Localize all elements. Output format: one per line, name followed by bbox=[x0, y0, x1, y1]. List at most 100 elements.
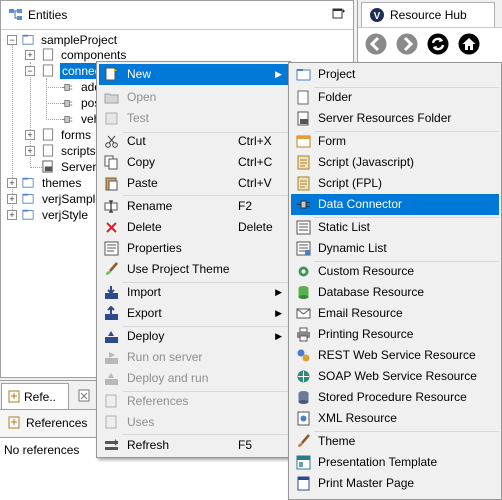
menu-item-rename[interactable]: Rename F2 bbox=[99, 196, 288, 217]
submenu-item-database-resource[interactable]: Database Resource bbox=[291, 282, 499, 303]
expand-icon[interactable]: + bbox=[25, 130, 35, 140]
menu-item-uses[interactable]: Uses bbox=[99, 412, 288, 433]
dynamic-list-icon bbox=[296, 241, 311, 256]
submenu-item-theme[interactable]: Theme bbox=[291, 431, 499, 452]
submenu-item-print-master-page[interactable]: Print Master Page bbox=[291, 473, 499, 494]
script-icon bbox=[297, 176, 310, 191]
tree-node-verjstyle[interactable]: + verjStyle bbox=[7, 207, 99, 223]
new-submenu: Project Folder Server Resources Folder F… bbox=[288, 62, 502, 500]
tree-node-connector[interactable]: pos bbox=[61, 95, 101, 111]
brush-icon bbox=[298, 434, 310, 447]
references-tab-label: Refe.. bbox=[24, 390, 57, 404]
submenu-item-printing-resource[interactable]: Printing Resource bbox=[291, 324, 499, 345]
expand-icon[interactable]: + bbox=[7, 210, 17, 220]
soap-service-icon bbox=[297, 370, 310, 383]
refresh-icon[interactable] bbox=[427, 33, 449, 55]
references-subtab[interactable]: References bbox=[3, 412, 93, 434]
menu-item-properties[interactable]: Properties bbox=[99, 238, 288, 259]
submenu-item-folder[interactable]: Folder bbox=[291, 87, 499, 108]
connector-icon bbox=[61, 116, 73, 123]
submenu-item-soap-web-service-resource[interactable]: SOAP Web Service Resource bbox=[291, 366, 499, 387]
submenu-item-static-list[interactable]: Static List bbox=[291, 217, 499, 238]
submenu-item-xml-resource[interactable]: XML Resource bbox=[291, 408, 499, 429]
references-tab[interactable]: Refe.. bbox=[1, 383, 69, 409]
expand-icon[interactable]: + bbox=[7, 178, 17, 188]
menu-item-export[interactable]: Export ▶ bbox=[99, 303, 288, 324]
uses-icon bbox=[105, 415, 117, 429]
menu-item-delete[interactable]: Delete Delete bbox=[99, 217, 288, 238]
forward-icon[interactable] bbox=[396, 33, 418, 55]
submenu-item-server-resources-folder[interactable]: Server Resources Folder bbox=[291, 108, 499, 129]
home-icon[interactable] bbox=[458, 33, 480, 55]
project-icon bbox=[22, 193, 34, 204]
submenu-item-custom-resource[interactable]: Custom Resource bbox=[291, 261, 499, 282]
submenu-item-email-resource[interactable]: Email Resource bbox=[291, 303, 499, 324]
submenu-item-data-connector[interactable]: Data Connector bbox=[291, 194, 499, 215]
menu-item-cut[interactable]: Cut Ctrl+X bbox=[99, 131, 288, 152]
template-icon bbox=[296, 455, 311, 470]
submenu-item-script-javascript[interactable]: Script (Javascript) bbox=[291, 152, 499, 173]
deploy-icon bbox=[105, 331, 118, 343]
resource-hub-toolbar bbox=[358, 27, 502, 62]
form-icon bbox=[296, 135, 311, 148]
menu-item-open[interactable]: Open bbox=[99, 87, 288, 108]
submenu-item-dynamic-list[interactable]: Dynamic List bbox=[291, 238, 499, 259]
collapse-icon[interactable]: − bbox=[25, 66, 35, 76]
maximize-icon[interactable] bbox=[332, 8, 346, 20]
submenu-item-rest-web-service-resource[interactable]: REST Web Service Resource bbox=[291, 345, 499, 366]
no-references-message: No references bbox=[4, 443, 80, 457]
delete-icon bbox=[106, 222, 117, 233]
menu-item-import[interactable]: Import ▶ bbox=[99, 282, 288, 303]
tree-node-connector[interactable]: veh bbox=[61, 111, 101, 127]
menu-item-new[interactable]: New ▶ bbox=[99, 64, 288, 85]
submenu-item-project[interactable]: Project bbox=[291, 64, 499, 85]
open-icon bbox=[104, 93, 119, 104]
back-icon[interactable] bbox=[365, 33, 387, 55]
expand-icon[interactable]: + bbox=[7, 194, 17, 204]
expand-icon[interactable]: + bbox=[25, 146, 35, 156]
submenu-item-presentation-template[interactable]: Presentation Template bbox=[291, 452, 499, 473]
folder-icon bbox=[42, 48, 54, 61]
menu-item-deploy[interactable]: Deploy ▶ bbox=[99, 326, 288, 347]
tree-node-server-resources[interactable]: ServerR bbox=[41, 159, 99, 175]
menu-item-test[interactable]: Test bbox=[99, 108, 288, 129]
resource-hub-tab[interactable]: V Resource Hub bbox=[361, 2, 495, 27]
expand-icon[interactable]: + bbox=[25, 50, 35, 60]
paste-icon bbox=[105, 177, 118, 191]
tree-node-verjsamples[interactable]: + verjSamples bbox=[7, 191, 99, 207]
tree-node-forms[interactable]: + forms bbox=[25, 127, 95, 143]
uses-tab[interactable] bbox=[70, 383, 98, 409]
tree-node-connector[interactable]: add bbox=[61, 79, 101, 95]
properties-icon bbox=[104, 241, 119, 256]
project-icon bbox=[22, 209, 34, 220]
xml-icon bbox=[297, 411, 310, 426]
submenu-item-stored-procedure-resource[interactable]: Stored Procedure Resource bbox=[291, 387, 499, 408]
menu-item-references[interactable]: References bbox=[99, 391, 288, 412]
tree-node-themes[interactable]: + themes bbox=[7, 175, 87, 191]
menu-item-deploy-and-run[interactable]: Deploy and run bbox=[99, 368, 288, 389]
submenu-item-form[interactable]: Form bbox=[291, 131, 499, 152]
references-icon bbox=[8, 416, 20, 429]
tree-node-scripts[interactable]: + scripts bbox=[25, 143, 96, 159]
connector-icon bbox=[61, 100, 73, 107]
folder-icon bbox=[42, 128, 54, 141]
menu-item-refresh[interactable]: Refresh F5 bbox=[99, 435, 288, 456]
import-icon bbox=[105, 286, 118, 299]
menu-item-copy[interactable]: Copy Ctrl+C bbox=[99, 152, 288, 173]
submenu-item-script-fpl[interactable]: Script (FPL) bbox=[291, 173, 499, 194]
submenu-arrow-icon: ▶ bbox=[275, 69, 282, 79]
collapse-icon[interactable]: − bbox=[7, 35, 17, 45]
copy-icon bbox=[104, 155, 118, 170]
script-icon bbox=[297, 155, 310, 170]
tree-node-sampleproject[interactable]: − sampleProject bbox=[7, 32, 117, 48]
entities-tab[interactable]: Entities bbox=[4, 4, 104, 26]
new-icon bbox=[105, 67, 117, 81]
menu-item-run-on-server[interactable]: Run on server bbox=[99, 347, 288, 368]
menu-item-paste[interactable]: Paste Ctrl+V bbox=[99, 173, 288, 194]
print-master-icon bbox=[297, 476, 310, 491]
list-icon bbox=[296, 220, 311, 235]
references-tab-icon bbox=[8, 390, 20, 403]
brush-icon bbox=[106, 262, 118, 275]
menu-item-use-project-theme[interactable]: Use Project Theme bbox=[99, 259, 288, 280]
database-icon bbox=[298, 286, 309, 299]
